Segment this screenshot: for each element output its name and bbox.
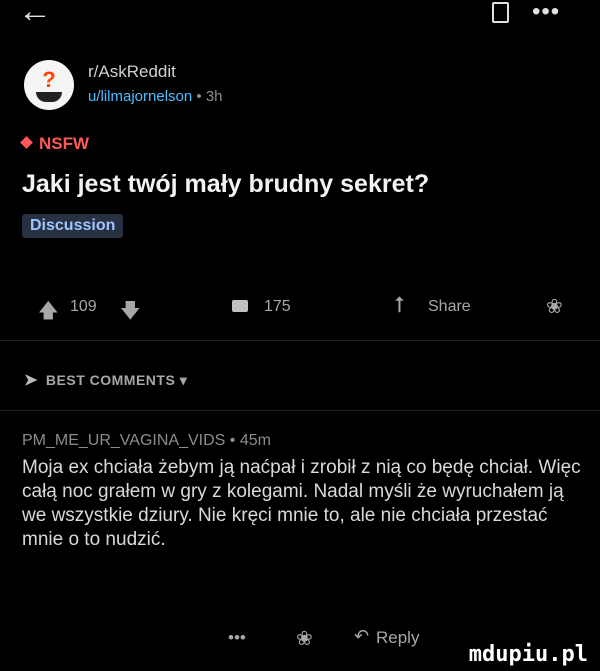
share-button[interactable]: Share <box>428 298 471 316</box>
comment-count[interactable]: 175 <box>264 298 291 316</box>
smile-icon <box>36 92 62 102</box>
sort-label: BEST COMMENTS <box>45 372 176 388</box>
post-actions: 🡅 109 🡇 175 ⭡ Share ❀ <box>0 292 600 324</box>
chevron-down-icon: ▾ <box>179 372 188 388</box>
downvote-icon[interactable]: 🡇 <box>120 296 141 330</box>
award-icon[interactable]: ❀ <box>546 294 563 319</box>
bookmark-icon[interactable] <box>492 2 509 23</box>
watermark-logo: mdupiu.pl <box>468 642 588 667</box>
divider <box>0 410 600 411</box>
award-icon[interactable]: ❀ <box>296 626 313 651</box>
divider <box>0 340 600 341</box>
share-icon[interactable]: ⭡ <box>394 292 404 318</box>
comment-more-icon[interactable]: ••• <box>228 628 246 648</box>
rocket-icon: ➤ <box>24 372 38 389</box>
nsfw-label: NSFW <box>39 134 90 153</box>
subreddit-avatar[interactable]: ? <box>24 60 74 110</box>
subreddit-name[interactable]: r/AskReddit <box>88 62 176 82</box>
back-arrow-icon[interactable]: ← <box>18 0 52 28</box>
top-bar: ← ••• <box>0 0 600 40</box>
more-options-icon[interactable]: ••• <box>532 0 560 26</box>
comment-icon[interactable] <box>232 300 248 312</box>
meta-separator: • <box>196 88 206 105</box>
comment-meta: PM_ME_UR_VAGINA_VIDS • 45m <box>22 432 271 450</box>
upvote-icon[interactable]: 🡅 <box>38 296 59 330</box>
nsfw-tag: NSFW <box>20 134 90 154</box>
sort-selector[interactable]: ➤ BEST COMMENTS ▾ <box>24 370 187 390</box>
comment-body: Moja ex chciała żebym ją naćpał i zrobił… <box>22 457 581 550</box>
post-author[interactable]: u/lilmajornelson <box>88 88 192 105</box>
post-flair: Discussion <box>22 214 124 238</box>
reply-button[interactable]: Reply <box>376 628 419 648</box>
question-mark-icon: ? <box>42 67 56 92</box>
diamond-icon <box>20 136 33 149</box>
post-title[interactable]: Jaki jest twój mały brudny sekret? <box>22 170 429 199</box>
comment-time: 45m <box>239 432 271 449</box>
post-time: 3h <box>205 88 223 105</box>
meta-separator: • <box>229 432 240 449</box>
comment-author[interactable]: PM_ME_UR_VAGINA_VIDS <box>22 432 225 449</box>
vote-count: 109 <box>70 298 97 315</box>
post-meta: u/lilmajornelson • 3h <box>88 88 223 105</box>
reply-icon[interactable]: ↶ <box>354 626 369 647</box>
